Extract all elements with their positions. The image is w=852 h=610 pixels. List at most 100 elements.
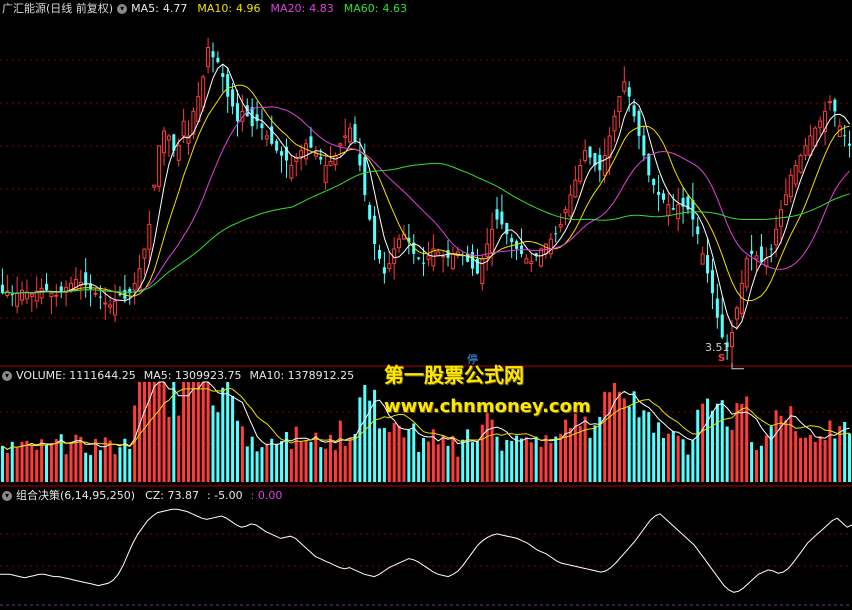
volume-bar[interactable] [754,449,759,482]
volume-bar[interactable] [441,435,445,482]
volume-bar[interactable] [608,392,612,482]
volume-bar[interactable] [583,416,587,482]
candle-body[interactable] [730,332,735,348]
volume-bar[interactable] [343,445,347,482]
candle-body[interactable] [323,164,328,183]
volume-bar[interactable] [715,403,719,482]
candle-body[interactable] [490,228,495,253]
candle-body[interactable] [754,255,759,260]
candle-body[interactable] [637,111,641,136]
volume-bar[interactable] [304,440,308,482]
volume-bar[interactable] [128,448,132,482]
candle-body[interactable] [848,143,852,146]
volume-bar[interactable] [461,439,465,482]
volume-bar[interactable] [35,449,39,482]
volume-bar[interactable] [118,447,122,482]
candle-body[interactable] [500,211,504,225]
volume-bar[interactable] [353,433,357,482]
volume-bar[interactable] [696,409,700,482]
candle-body[interactable] [157,145,162,187]
candle-body[interactable] [181,120,186,137]
candle-body[interactable] [612,115,617,132]
price-title[interactable]: 广汇能源(日线 前复权) [2,1,113,17]
volume-bar[interactable] [182,382,186,482]
volume-bar[interactable] [588,437,592,482]
volume-bar[interactable] [397,425,401,482]
candle-body[interactable] [568,194,573,217]
volume-bar[interactable] [265,443,269,482]
volume-bar[interactable] [402,437,406,482]
volume-bar[interactable] [794,431,798,482]
volume-bar[interactable] [216,412,220,482]
volume-bar[interactable] [725,426,729,482]
volume-bar[interactable] [818,436,822,482]
candlestick-series[interactable] [0,37,852,370]
volume-bar[interactable] [240,426,244,482]
candle-body[interactable] [338,143,343,146]
candle-body[interactable] [39,287,44,299]
candle-body[interactable] [558,223,563,228]
candle-body[interactable] [363,156,367,195]
candle-body[interactable] [524,258,529,264]
volume-bar[interactable] [784,420,788,482]
volume-bar[interactable] [833,438,837,482]
candle-body[interactable] [348,127,353,143]
volume-bar[interactable] [632,391,636,482]
candle-body[interactable] [142,248,147,259]
chevron-down-icon[interactable]: ▾ [2,371,12,381]
candle-body[interactable] [417,257,421,259]
volume-bar[interactable] [407,429,411,482]
candle-body[interactable] [706,255,710,274]
volume-bar[interactable] [803,437,808,482]
volume-bar[interactable] [848,433,852,482]
volume-bar[interactable] [289,449,293,482]
volume-bar[interactable] [720,400,724,482]
candle-body[interactable] [93,292,98,295]
candle-body[interactable] [676,204,681,220]
candle-body[interactable] [642,135,646,156]
volume-bar[interactable] [691,440,695,482]
candle-body[interactable] [373,215,377,245]
volume-bar[interactable] [392,423,396,482]
volume-bar[interactable] [138,382,142,482]
candle-body[interactable] [333,155,338,166]
candle-body[interactable] [98,296,102,298]
volume-bar[interactable] [44,444,49,482]
candle-body[interactable] [652,178,656,186]
candle-body[interactable] [162,130,167,154]
candle-body[interactable] [309,136,313,148]
volume-bar[interactable] [642,410,646,482]
volume-bar[interactable] [108,440,112,482]
candle-body[interactable] [103,302,108,305]
candle-body[interactable] [49,292,54,298]
volume-bar[interactable] [177,415,181,482]
candle-body[interactable] [54,294,59,297]
volume-bar[interactable] [808,434,812,482]
volume-bar[interactable] [681,439,685,482]
volume-bar[interactable] [324,448,328,482]
candle-body[interactable] [108,304,113,308]
candle-body[interactable] [441,255,446,258]
candle-body[interactable] [328,160,333,166]
volume-bar[interactable] [167,417,171,482]
volume-bar[interactable] [377,428,382,482]
volume-bar[interactable] [235,420,240,482]
candle-body[interactable] [24,291,29,300]
candle-body[interactable] [377,249,382,259]
candle-body[interactable] [588,146,592,158]
volume-bar[interactable] [657,422,661,482]
candle-body[interactable] [118,293,122,296]
candle-body[interactable] [622,81,627,92]
candle-body[interactable] [275,141,279,151]
volume-bar[interactable] [226,382,230,482]
volume-bar[interactable] [93,439,98,482]
volume-bar[interactable] [593,425,597,482]
volume-bar[interactable] [84,452,88,482]
volume-bar[interactable] [358,397,362,482]
volume-bar[interactable] [89,455,93,482]
volume-bar[interactable] [666,433,670,482]
candle-body[interactable] [774,228,779,246]
candle-body[interactable] [793,164,798,185]
candle-body[interactable] [387,263,392,269]
candle-body[interactable] [382,267,386,274]
